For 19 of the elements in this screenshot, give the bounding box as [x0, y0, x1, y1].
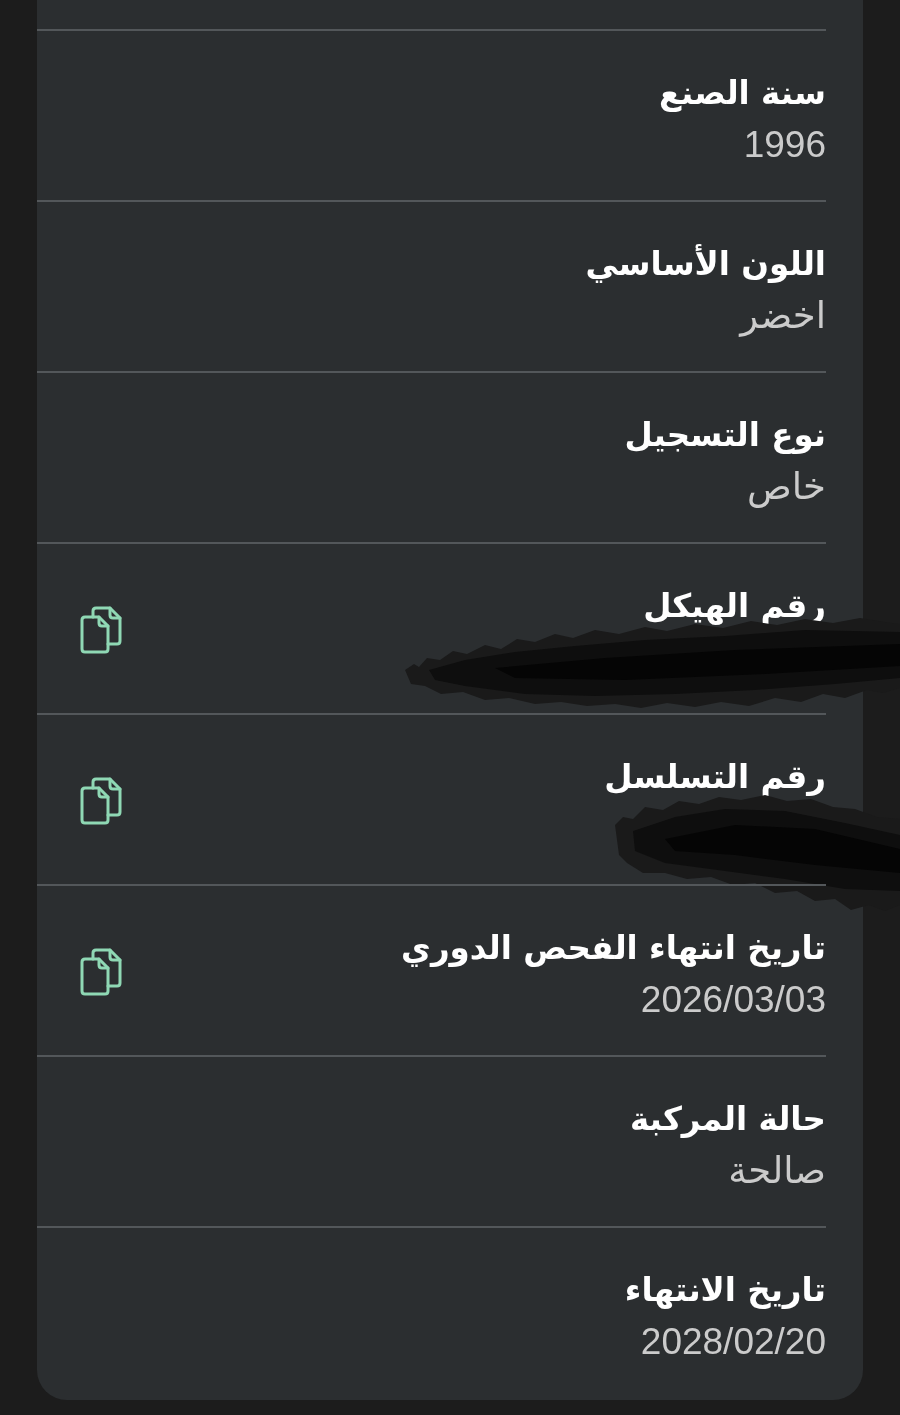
copy-button[interactable]: [79, 606, 123, 654]
copy-icon: [79, 777, 123, 825]
field-value: اخضر: [740, 294, 826, 339]
copy-button[interactable]: [79, 777, 123, 825]
field-value: 1996: [743, 123, 826, 167]
copy-icon: [79, 948, 123, 996]
field-label: نوع التسجيل: [624, 415, 826, 456]
copy-button[interactable]: [79, 948, 123, 996]
field-label: تاريخ انتهاء الفحص الدوري: [401, 928, 826, 969]
field-label: رقم التسلسل: [604, 757, 826, 798]
field-label: اللون الأساسي: [585, 243, 826, 285]
field-value: 2026/03/03: [640, 978, 826, 1022]
field-label: تاريخ الانتهاء: [624, 1270, 826, 1311]
field-value: خاص: [747, 465, 826, 510]
field-label: حالة المركبة: [629, 1099, 826, 1140]
field-value: صالحة: [728, 1149, 826, 1193]
field-label: سنة الصنع: [658, 73, 826, 114]
copy-icon: [79, 606, 123, 654]
field-value: 2028/02/20: [640, 1320, 826, 1364]
